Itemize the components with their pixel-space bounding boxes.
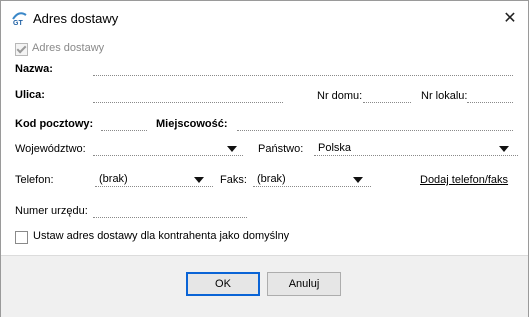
city-label: Miejscowość: xyxy=(156,118,228,130)
chevron-down-icon[interactable] xyxy=(499,146,509,152)
ok-button[interactable]: OK xyxy=(186,272,260,296)
close-icon[interactable]: ✕ xyxy=(498,7,522,31)
app-logo-icon: GT xyxy=(11,10,27,29)
office-no-label: Numer urzędu: xyxy=(15,205,88,217)
chevron-down-icon[interactable] xyxy=(227,146,237,152)
city-input[interactable] xyxy=(237,116,513,131)
street-label: Ulica: xyxy=(15,89,45,101)
house-no-label: Nr domu: xyxy=(317,90,363,102)
dialog-body: Adres dostawy Nazwa: Ulica: Nr domu: Nr … xyxy=(1,37,528,255)
window-title: Adres dostawy xyxy=(33,11,119,26)
postcode-input[interactable] xyxy=(101,116,147,131)
dialog-footer: OK Anuluj xyxy=(1,255,528,317)
name-label: Nazwa: xyxy=(15,63,53,75)
flat-no-input[interactable] xyxy=(467,88,513,103)
chevron-down-icon[interactable] xyxy=(353,177,363,183)
country-select[interactable]: Polska xyxy=(314,141,518,156)
office-no-input[interactable] xyxy=(93,203,247,218)
address-enabled-label: Adres dostawy xyxy=(32,42,105,54)
add-phone-fax-link[interactable]: Dodaj telefon/faks xyxy=(420,174,508,186)
postcode-label: Kod pocztowy: xyxy=(15,118,94,130)
chevron-down-icon[interactable] xyxy=(194,177,204,183)
name-input[interactable] xyxy=(93,61,513,76)
default-address-label: Ustaw adres dostawy dla kontrahenta jako… xyxy=(33,230,290,242)
street-input[interactable] xyxy=(93,88,283,103)
address-enabled-checkbox[interactable] xyxy=(15,43,28,56)
cancel-button[interactable]: Anuluj xyxy=(267,272,341,296)
phone-label: Telefon: xyxy=(15,174,54,186)
house-no-input[interactable] xyxy=(363,88,411,103)
country-label: Państwo: xyxy=(258,143,304,155)
flat-no-label: Nr lokalu: xyxy=(421,90,468,102)
province-select[interactable] xyxy=(93,141,243,156)
svg-text:GT: GT xyxy=(13,20,23,26)
fax-label: Faks: xyxy=(220,174,247,186)
default-address-checkbox[interactable] xyxy=(15,231,28,244)
dialog-window: GT Adres dostawy ✕ Adres dostawy Nazwa: … xyxy=(0,0,529,317)
province-label: Województwo: xyxy=(15,143,86,155)
title-bar: GT Adres dostawy ✕ xyxy=(1,1,528,37)
